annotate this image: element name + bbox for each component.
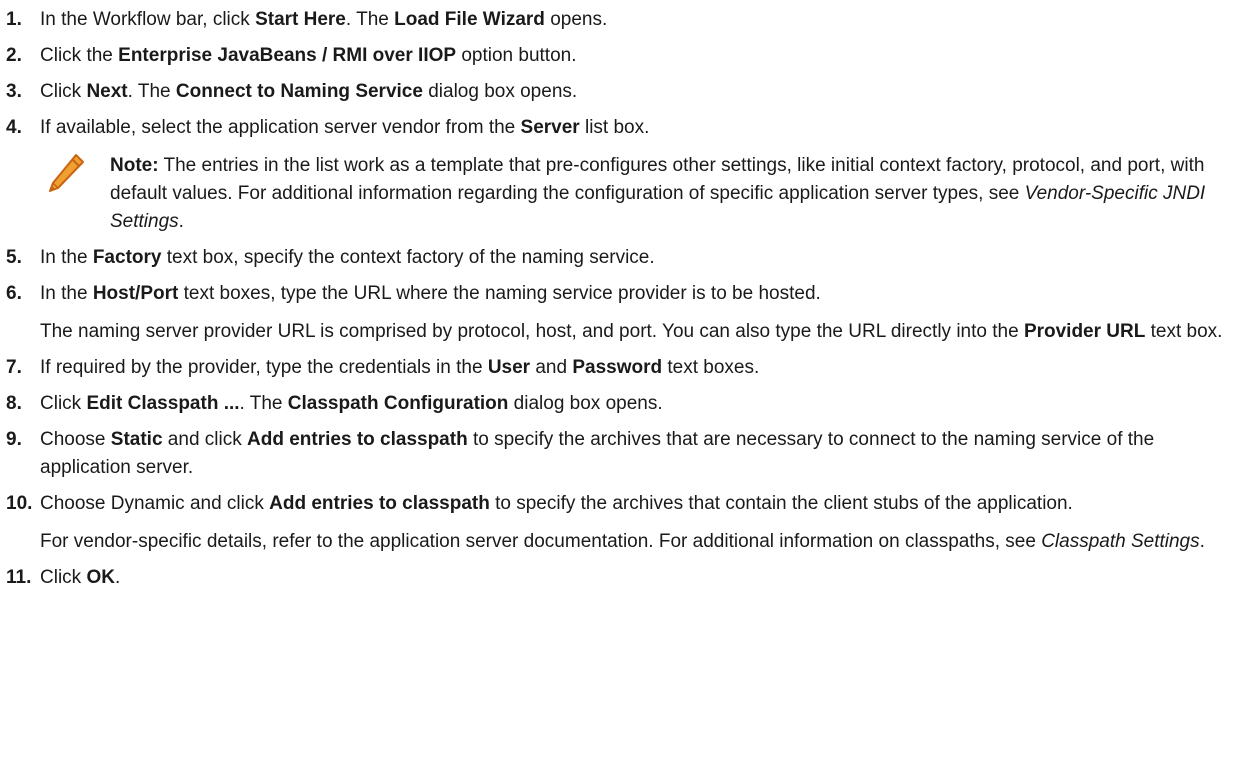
step-text: In the Factory text box, specify the con… (40, 244, 1246, 272)
text-run: dialog box opens. (508, 393, 663, 414)
ui-term: Factory (92, 247, 162, 268)
step-text: If available, select the application ser… (40, 114, 1246, 142)
step-8: 8. Click Edit Classpath .... The Classpat… (6, 390, 1246, 418)
step-number: 5. (6, 247, 22, 268)
step-text: Click Next. The Connect to Naming Servic… (40, 78, 1246, 106)
ui-term: Host/Port (92, 283, 179, 304)
ui-term: Connect to Naming Service (175, 81, 423, 102)
step-number: 4. (6, 117, 22, 138)
text-run: Click (40, 81, 87, 102)
step-10: 10. Choose Dynamic and click Add entries … (6, 490, 1246, 556)
ui-term: Enterprise JavaBeans / RMI over IIOP (118, 45, 457, 66)
text-run: For vendor-specific details, refer to th… (40, 531, 1042, 552)
step-text: Choose Dynamic and click Add entries to … (40, 490, 1246, 518)
ui-term: Server (520, 117, 580, 138)
step-text: In the Workflow bar, click Start Here. T… (40, 6, 1246, 34)
step-text: Click Edit Classpath .... The Classpath … (40, 390, 1246, 418)
cross-reference: Classpath Settings (1041, 531, 1200, 552)
ui-term: Add entries to classpath (269, 493, 490, 514)
ui-term: Start Here (255, 9, 346, 30)
text-run: Click (40, 567, 87, 588)
text-run: and (530, 357, 573, 378)
text-run: . The (239, 393, 288, 414)
step-number: 8. (6, 393, 22, 414)
text-run: In the (40, 247, 93, 268)
step-4: 4. If available, select the application s… (6, 114, 1246, 142)
text-run: text boxes. (662, 357, 760, 378)
ui-term: User (487, 357, 531, 378)
step-text: If required by the provider, type the cr… (40, 354, 1246, 382)
ui-term: Provider URL (1023, 321, 1146, 342)
step-7: 7. If required by the provider, type the … (6, 354, 1246, 382)
text-run: The naming server provider URL is compri… (40, 321, 1024, 342)
text-run: dialog box opens. (422, 81, 578, 102)
step-1: 1. In the Workflow bar, click Start Here.… (6, 6, 1246, 34)
procedure-document: 1. In the Workflow bar, click Start Here.… (0, 0, 1246, 592)
text-run: . (1199, 531, 1205, 552)
text-run: In the (40, 283, 93, 304)
note-label: Note: (110, 155, 159, 176)
text-run: If required by the provider, type the cr… (40, 357, 488, 378)
step-number: 2. (6, 45, 22, 66)
step-11: 11. Click OK. (6, 564, 1246, 592)
text-run: . (178, 211, 184, 232)
step-2: 2. Click the Enterprise JavaBeans / RMI o… (6, 42, 1246, 70)
text-run: Click the (40, 45, 119, 66)
step-text: Click the Enterprise JavaBeans / RMI ove… (40, 42, 1246, 70)
pencil-icon (49, 154, 84, 192)
step-text: Click OK. (40, 564, 1246, 592)
step-5: 5. In the Factory text box, specify the c… (6, 244, 1246, 272)
text-run: text box. (1145, 321, 1223, 342)
ui-term: Next (86, 81, 128, 102)
step-text: Choose Static and click Add entries to c… (40, 426, 1246, 482)
text-run: text boxes, type the URL where the namin… (178, 283, 821, 304)
ui-term: Edit Classpath ... (86, 393, 240, 414)
text-run: and click (162, 429, 248, 450)
step-number: 11. (6, 567, 32, 588)
step-number: 9. (6, 429, 22, 450)
text-run: . The (345, 9, 395, 30)
step-number: 10. (6, 493, 33, 514)
ui-term: Add entries to classpath (247, 429, 468, 450)
text-run: text box, specify the context factory of… (161, 247, 655, 268)
step-3: 3. Click Next. The Connect to Naming Serv… (6, 78, 1246, 106)
text-run: If available, select the application ser… (40, 117, 521, 138)
step-number: 6. (6, 283, 22, 304)
step-detail: The naming server provider URL is compri… (40, 318, 1246, 346)
text-run: . The (127, 81, 176, 102)
text-run: Choose Dynamic and click (40, 493, 270, 514)
text-run: In the Workflow bar, click (40, 9, 256, 30)
step-number: 7. (6, 357, 22, 378)
step-9: 9. Choose Static and click Add entries to… (6, 426, 1246, 482)
text-run: list box. (579, 117, 650, 138)
ui-term: Password (572, 357, 663, 378)
text-run: Click (40, 393, 87, 414)
ui-term: Load File Wizard (394, 9, 545, 30)
ui-term: Static (110, 429, 163, 450)
step-6: 6. In the Host/Port text boxes, type the … (6, 280, 1246, 346)
text-run: opens. (544, 9, 608, 30)
text-run: to specify the archives that contain the… (489, 493, 1073, 514)
text-run: option button. (456, 45, 577, 66)
ui-term: Classpath Configuration (287, 393, 509, 414)
step-text: In the Host/Port text boxes, type the UR… (40, 280, 1246, 308)
note-callout: Note: The entries in the list work as a … (40, 152, 1246, 236)
step-number: 3. (6, 81, 22, 102)
text-run: Choose (40, 429, 111, 450)
step-number: 1. (6, 9, 22, 30)
step-detail: For vendor-specific details, refer to th… (40, 528, 1246, 556)
ui-term: OK (86, 567, 115, 588)
text-run: . (114, 567, 121, 588)
